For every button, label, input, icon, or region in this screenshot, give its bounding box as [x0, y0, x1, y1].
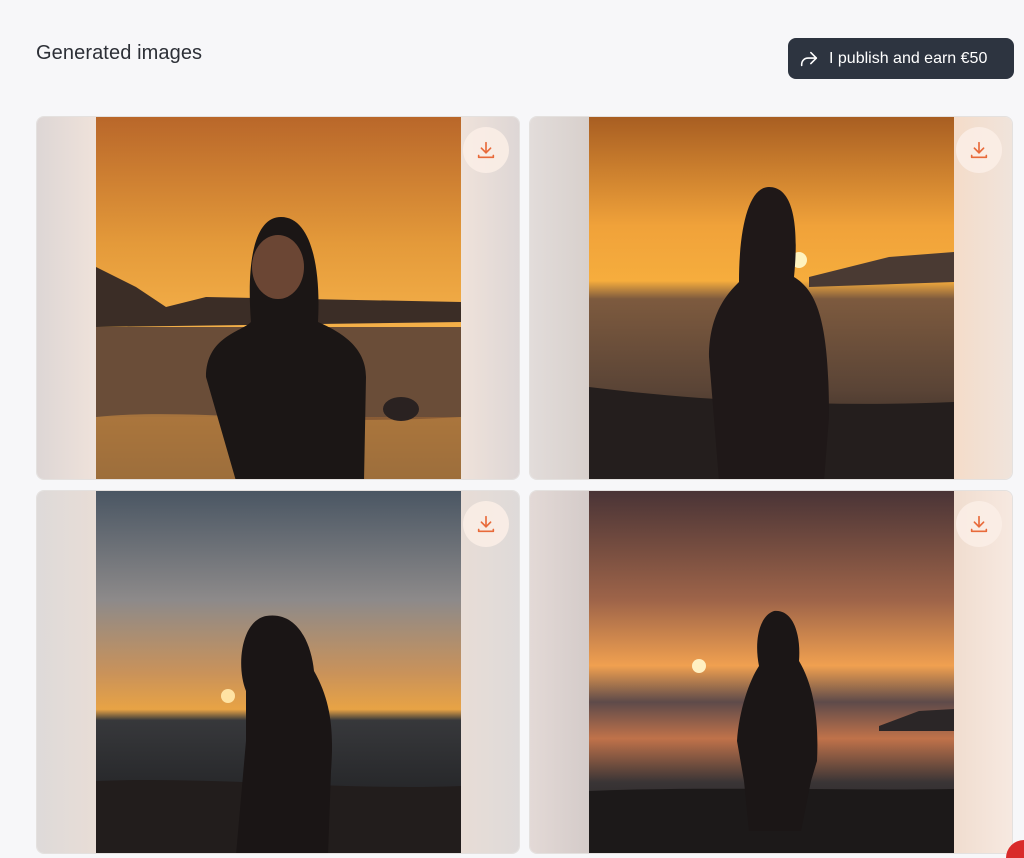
- image-card[interactable]: [36, 490, 520, 854]
- image-sunset-woman-standing: [589, 491, 954, 853]
- download-button[interactable]: [463, 127, 509, 173]
- image-card[interactable]: [36, 116, 520, 480]
- image-sunset-woman-silhouette: [96, 491, 461, 853]
- publish-and-earn-button[interactable]: I publish and earn €50: [788, 38, 1014, 79]
- section-title: Generated images: [36, 42, 203, 64]
- download-icon: [477, 141, 495, 159]
- blur-fill-left: [530, 491, 589, 853]
- blur-fill-left: [37, 117, 96, 479]
- publish-button-label: I publish and earn €50: [829, 49, 988, 67]
- generated-images-page: Generated images I publish and earn €50: [0, 0, 1024, 858]
- share-arrow-icon: [798, 48, 820, 70]
- blur-fill-left: [37, 491, 96, 853]
- generated-image[interactable]: [589, 117, 954, 479]
- generated-image[interactable]: [589, 491, 954, 853]
- image-card[interactable]: [529, 116, 1013, 480]
- image-card[interactable]: [529, 490, 1013, 854]
- download-icon: [970, 141, 988, 159]
- download-button[interactable]: [463, 501, 509, 547]
- generated-image[interactable]: [96, 491, 461, 853]
- image-sunset-woman-smiling: [96, 117, 461, 479]
- download-icon: [477, 515, 495, 533]
- generated-image[interactable]: [96, 117, 461, 479]
- image-sunset-woman-profile: [589, 117, 954, 479]
- download-button[interactable]: [956, 501, 1002, 547]
- download-icon: [970, 515, 988, 533]
- download-button[interactable]: [956, 127, 1002, 173]
- blur-fill-left: [530, 117, 589, 479]
